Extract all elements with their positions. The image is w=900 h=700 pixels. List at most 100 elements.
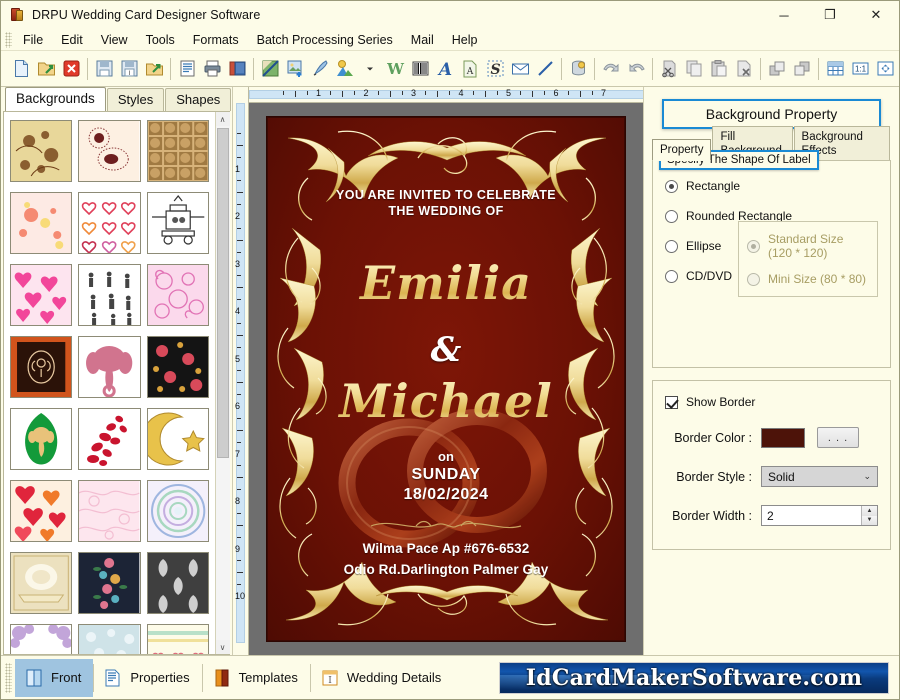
background-thumbnail[interactable] — [78, 120, 141, 182]
add-image-icon[interactable] — [283, 56, 307, 82]
menu-view[interactable]: View — [92, 30, 137, 50]
barcode-icon[interactable] — [408, 56, 432, 82]
cut-icon[interactable] — [657, 56, 681, 82]
background-thumbnail[interactable] — [78, 624, 141, 654]
background-thumbnail[interactable] — [146, 192, 209, 254]
background-thumbnail[interactable] — [78, 480, 141, 542]
background-thumbnail[interactable] — [10, 120, 73, 182]
text-tool-icon[interactable]: A — [433, 56, 457, 82]
menu-edit[interactable]: Edit — [52, 30, 92, 50]
border-color-browse-button[interactable]: . . . — [817, 427, 859, 448]
menu-file[interactable]: File — [14, 30, 52, 50]
text-page-icon[interactable]: A — [458, 56, 482, 82]
delete-icon[interactable] — [732, 56, 756, 82]
background-thumbnail[interactable] — [146, 480, 209, 542]
chevron-down-icon[interactable] — [358, 56, 382, 82]
background-thumbnail[interactable] — [146, 408, 209, 470]
background-thumbnail[interactable] — [10, 408, 73, 470]
chevron-down-icon[interactable]: ⌄ — [863, 471, 877, 482]
send-back-icon[interactable] — [790, 56, 814, 82]
print-preview-icon[interactable] — [225, 56, 249, 82]
menu-help[interactable]: Help — [443, 30, 487, 50]
spin-down-icon[interactable]: ▼ — [862, 515, 877, 525]
database-icon[interactable] — [566, 56, 590, 82]
horizontal-ruler[interactable]: 1 2 3 4 5 6 7 — [249, 87, 643, 103]
signature-icon[interactable]: S — [483, 56, 507, 82]
scroll-up-arrow[interactable]: ∧ — [215, 112, 230, 126]
border-width-spin-buttons[interactable]: ▲ ▼ — [861, 506, 877, 525]
statusbar-item-wedding-details[interactable]: I Wedding Details — [311, 659, 453, 697]
scroll-track[interactable] — [215, 126, 230, 640]
background-thumbnail[interactable] — [146, 552, 209, 614]
wedding-card-preview[interactable]: YOU ARE INVITED TO CELEBRATE THE WEDDING… — [267, 117, 625, 641]
close-document-icon[interactable] — [59, 56, 83, 82]
tab-shapes[interactable]: Shapes — [165, 88, 232, 111]
pen-tool-icon[interactable] — [308, 56, 332, 82]
copy-icon[interactable] — [682, 56, 706, 82]
export-folder-icon[interactable] — [142, 56, 166, 82]
scroll-thumb[interactable] — [216, 128, 229, 458]
background-thumbnail[interactable] — [10, 336, 73, 398]
background-thumbnail[interactable] — [10, 192, 73, 254]
line-tool-icon[interactable] — [533, 56, 557, 82]
radio-mini-size[interactable]: Mini Size (80 * 80) — [747, 272, 869, 286]
background-thumbnail[interactable] — [78, 336, 141, 398]
radio-standard-size[interactable]: Standard Size (120 * 120) — [747, 232, 869, 260]
radio-rounded-rectangle-indicator[interactable] — [665, 209, 678, 223]
background-thumbnail[interactable] — [78, 408, 141, 470]
print-icon[interactable] — [200, 56, 224, 82]
scroll-down-arrow[interactable]: ∨ — [215, 640, 230, 654]
tab-property[interactable]: Property — [652, 139, 712, 161]
background-thumbnail[interactable] — [146, 264, 209, 326]
redo-icon[interactable] — [624, 56, 648, 82]
background-thumbnail[interactable] — [146, 336, 209, 398]
radio-mini-size-indicator[interactable] — [747, 272, 760, 286]
page-setup-icon[interactable] — [175, 56, 199, 82]
mail-icon[interactable] — [508, 56, 532, 82]
show-border-checkbox[interactable]: Show Border — [665, 395, 878, 409]
backgrounds-scrollbar[interactable]: ∧ ∨ — [215, 112, 230, 654]
show-border-checkbox-indicator[interactable] — [665, 395, 678, 409]
open-folder-icon[interactable] — [34, 56, 58, 82]
background-thumbnail[interactable] — [146, 120, 209, 182]
background-thumbnail[interactable] — [10, 552, 73, 614]
background-thumbnail[interactable] — [10, 480, 73, 542]
background-thumbnail[interactable] — [78, 552, 141, 614]
canvas-viewport[interactable]: YOU ARE INVITED TO CELEBRATE THE WEDDING… — [249, 103, 643, 655]
background-thumbnail[interactable] — [78, 192, 141, 254]
maximize-button[interactable]: ❐ — [807, 1, 853, 29]
save-icon[interactable] — [92, 56, 116, 82]
statusbar-item-properties[interactable]: Properties — [94, 659, 201, 697]
bring-front-icon[interactable] — [765, 56, 789, 82]
radio-ellipse-indicator[interactable] — [665, 239, 678, 253]
background-thumbnail[interactable] — [10, 264, 73, 326]
undo-icon[interactable] — [599, 56, 623, 82]
menu-mail[interactable]: Mail — [402, 30, 443, 50]
border-color-swatch[interactable] — [761, 427, 805, 448]
spin-up-icon[interactable]: ▲ — [862, 506, 877, 516]
menu-grip[interactable] — [5, 31, 12, 48]
fit-page-icon[interactable] — [873, 56, 897, 82]
statusbar-item-templates[interactable]: Templates — [203, 659, 310, 697]
save-as-icon[interactable]: I — [117, 56, 141, 82]
background-thumbnail[interactable] — [78, 264, 141, 326]
radio-rectangle[interactable]: Rectangle — [665, 179, 878, 193]
grid-icon[interactable] — [823, 56, 847, 82]
paste-icon[interactable] — [707, 56, 731, 82]
close-button[interactable]: ✕ — [853, 1, 899, 29]
vertical-ruler[interactable]: 1 2 3 4 5 6 7 8 9 10 — [233, 103, 249, 655]
statusbar-grip[interactable] — [5, 662, 12, 693]
actual-size-icon[interactable]: 1:1 — [848, 56, 872, 82]
menu-tools[interactable]: Tools — [137, 30, 184, 50]
menu-batch-processing-series[interactable]: Batch Processing Series — [248, 30, 402, 50]
design-view-icon[interactable] — [258, 56, 282, 82]
radio-cd-dvd-indicator[interactable] — [665, 269, 678, 283]
border-width-stepper[interactable]: 2 ▲ ▼ — [761, 505, 878, 526]
radio-standard-size-indicator[interactable] — [747, 239, 760, 253]
tab-styles[interactable]: Styles — [106, 88, 165, 111]
new-document-icon[interactable] — [9, 56, 33, 82]
tab-backgrounds[interactable]: Backgrounds — [5, 87, 106, 111]
menu-formats[interactable]: Formats — [184, 30, 248, 50]
statusbar-item-front[interactable]: Front — [15, 658, 94, 697]
minimize-button[interactable]: ─ — [761, 1, 807, 29]
